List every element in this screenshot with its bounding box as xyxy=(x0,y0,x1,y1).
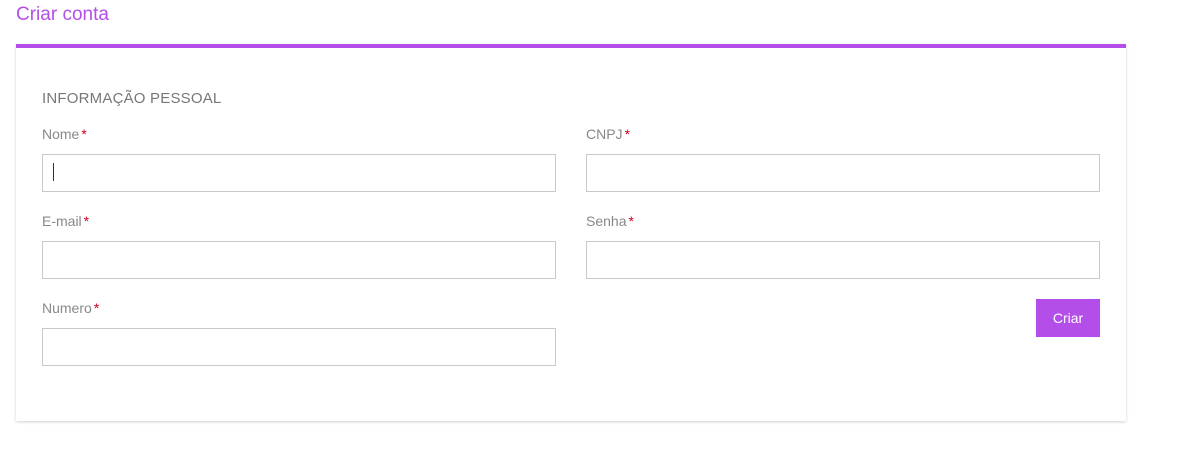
required-marker: * xyxy=(624,126,631,142)
nome-input[interactable] xyxy=(42,154,556,192)
numero-label: Numero * xyxy=(42,300,99,316)
required-marker: * xyxy=(83,213,90,229)
section-title: INFORMAÇÃO PESSOAL xyxy=(42,90,222,107)
required-marker: * xyxy=(81,126,87,142)
senha-label: Senha * xyxy=(586,213,634,229)
criar-button[interactable]: Criar xyxy=(1036,299,1100,337)
nome-label-text: Nome xyxy=(42,126,80,142)
create-account-form: INFORMAÇÃO PESSOAL Nome * CNPJ * E-mail * S… xyxy=(16,44,1126,421)
senha-input[interactable] xyxy=(586,241,1100,279)
cnpj-label-text: CNPJ xyxy=(586,126,623,142)
text-cursor xyxy=(53,163,54,181)
email-input[interactable] xyxy=(42,241,556,279)
cnpj-input[interactable] xyxy=(586,154,1100,192)
senha-label-text: Senha xyxy=(586,213,627,229)
required-marker: * xyxy=(93,300,100,316)
email-label: E-mail * xyxy=(42,213,89,229)
numero-input[interactable] xyxy=(42,328,556,366)
page-title: Criar conta xyxy=(16,4,109,25)
email-label-text: E-mail xyxy=(42,213,82,229)
nome-label: Nome * xyxy=(42,126,87,142)
required-marker: * xyxy=(628,213,634,229)
numero-label-text: Numero xyxy=(42,300,92,316)
nome-field-wrapper xyxy=(42,154,556,192)
cnpj-label: CNPJ * xyxy=(586,126,630,142)
